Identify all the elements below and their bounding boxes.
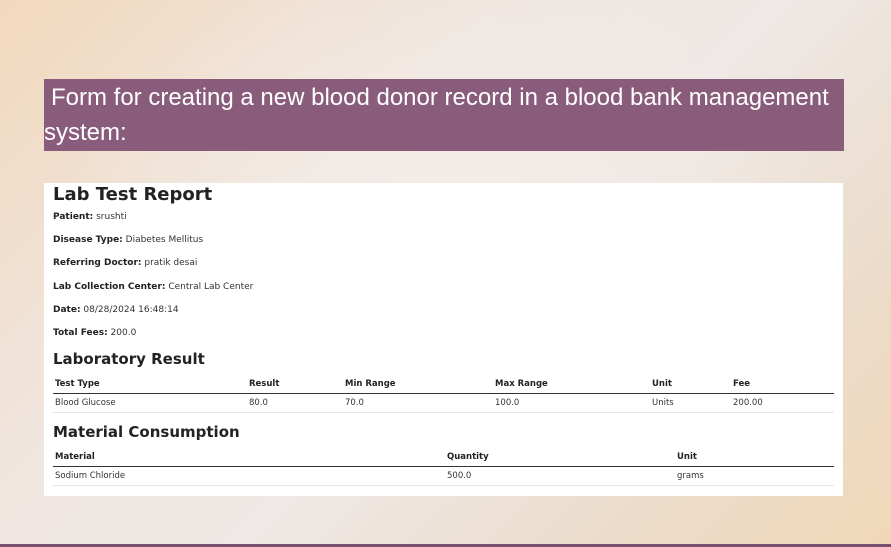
field-label: Disease Type: (53, 235, 123, 245)
field-label: Lab Collection Center: (53, 282, 166, 292)
field-referring-doctor: Referring Doctor: pratik desai (53, 258, 197, 268)
report-title: Lab Test Report (53, 184, 213, 205)
table-header-row: Test Type Result Min Range Max Range Uni… (53, 375, 834, 394)
column-header: Test Type (53, 375, 247, 394)
table-header-row: Material Quantity Unit (53, 448, 834, 467)
table-cell: Blood Glucose (53, 393, 247, 413)
column-header: Max Range (493, 375, 650, 394)
lab-report-card: Lab Test Report Patient: srushti Disease… (44, 183, 843, 496)
field-label: Date: (53, 305, 81, 315)
table-cell: 500.0 (445, 466, 675, 486)
table-cell: 200.00 (731, 393, 834, 413)
field-label: Patient: (53, 212, 94, 222)
field-total-fees: Total Fees: 200.0 (53, 328, 136, 338)
banner-text: Form for creating a new blood donor reco… (44, 84, 829, 146)
column-header: Unit (650, 375, 731, 394)
column-header: Material (53, 448, 445, 467)
field-disease-type: Disease Type: Diabetes Mellitus (53, 235, 203, 245)
field-date: Date: 08/28/2024 16:48:14 (53, 305, 179, 315)
field-lab-collection-center: Lab Collection Center: Central Lab Cente… (53, 282, 253, 292)
lab-result-table: Test Type Result Min Range Max Range Uni… (53, 375, 834, 413)
instruction-banner: Form for creating a new blood donor reco… (44, 79, 844, 151)
table-cell: Sodium Chloride (53, 466, 445, 486)
field-value: Central Lab Center (165, 282, 254, 292)
material-consumption-heading: Material Consumption (53, 423, 240, 441)
field-value: pratik desai (141, 258, 198, 268)
table-cell: 80.0 (247, 393, 343, 413)
column-header: Min Range (343, 375, 493, 394)
table-row: Blood Glucose 80.0 70.0 100.0 Units 200.… (53, 393, 834, 413)
field-label: Referring Doctor: (53, 258, 142, 268)
column-header: Fee (731, 375, 834, 394)
lab-result-heading: Laboratory Result (53, 350, 205, 368)
column-header: Quantity (445, 448, 675, 467)
table-row: Sodium Chloride 500.0 grams (53, 466, 834, 486)
column-header: Unit (675, 448, 834, 467)
column-header: Result (247, 375, 343, 394)
material-consumption-table: Material Quantity Unit Sodium Chloride 5… (53, 448, 834, 486)
field-value: srushti (93, 212, 127, 222)
table-cell: 100.0 (493, 393, 650, 413)
table-cell: grams (675, 466, 834, 486)
field-patient: Patient: srushti (53, 212, 127, 222)
table-cell: Units (650, 393, 731, 413)
field-label: Total Fees: (53, 328, 108, 338)
field-value: 200.0 (107, 328, 137, 338)
field-value: 08/28/2024 16:48:14 (80, 305, 179, 315)
table-cell: 70.0 (343, 393, 493, 413)
field-value: Diabetes Mellitus (122, 235, 204, 245)
